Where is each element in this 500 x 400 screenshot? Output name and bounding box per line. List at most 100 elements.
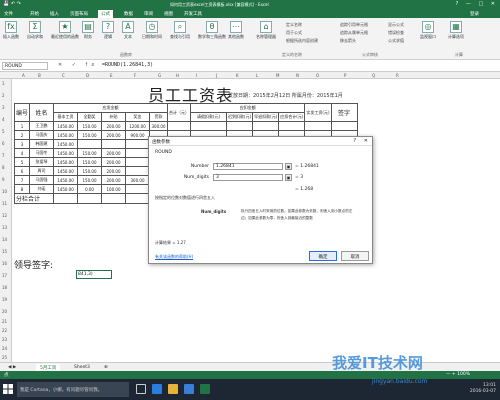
cell-name[interactable]: 马国庆 (29, 130, 55, 140)
cell-base[interactable]: 1450.00 (53, 148, 79, 158)
cell-base[interactable]: 1450.00 (53, 130, 79, 140)
quick-access-toolbar[interactable]: 💾 ↶ ↷ (3, 1, 21, 7)
column-header[interactable]: Q (372, 73, 375, 78)
sheet-tab-sheet3[interactable]: Sheet3 (70, 364, 94, 371)
cell-no[interactable]: 3 (13, 139, 31, 149)
cell-no[interactable]: 6 (13, 166, 31, 176)
name-manager-button[interactable]: ⌂ 名称管理器 (256, 21, 276, 40)
cell-allow[interactable]: 200.00 (101, 157, 127, 167)
show-formulas-button[interactable]: 显示公式 (388, 22, 404, 28)
windows-start-icon[interactable] (3, 384, 13, 394)
lookup-button[interactable]: ⌕ 查找与引用 (170, 21, 190, 40)
cell-no[interactable]: 5 (13, 157, 31, 167)
column-header[interactable]: E (110, 73, 113, 78)
error-checking-button[interactable]: 错误检查 (388, 30, 404, 36)
column-header[interactable]: N (296, 73, 299, 78)
row-header[interactable]: 10 (2, 189, 7, 194)
sheet-nav-icon[interactable]: ◀ ▶ (4, 364, 20, 371)
column-header[interactable]: H (176, 73, 179, 78)
help-icon[interactable]: ? (353, 138, 356, 144)
column-header[interactable]: G (158, 73, 161, 78)
tab-page-layout[interactable]: 页面布局 (70, 11, 88, 17)
column-header[interactable]: L (256, 73, 258, 78)
cell-full[interactable]: 150.00 (77, 166, 103, 176)
more-functions-button[interactable]: ⋯ 其他函数 (228, 21, 244, 40)
cell-allow[interactable]: 200.00 (101, 166, 127, 176)
text-button[interactable]: A 文本 (122, 21, 134, 40)
define-name-button[interactable]: 定义名称 (286, 22, 302, 28)
window-controls[interactable]: ? — □ ✕ (456, 1, 498, 7)
tab-data[interactable]: 数据 (124, 11, 133, 17)
cortana-search-input[interactable]: 我是 Cortana，小娜。有问题尽管问我。 (17, 382, 129, 397)
column-header[interactable]: I (196, 73, 197, 78)
arg-digits-input[interactable]: 3 (213, 174, 283, 181)
cell-name[interactable]: 王卫鹏 (29, 121, 55, 131)
cancel-button[interactable]: 取消 (341, 251, 369, 261)
trace-dependents-button[interactable]: 追踪从属单元格 (340, 30, 368, 36)
cell-bonus[interactable] (125, 166, 151, 176)
datetime-button[interactable]: ◷ 日期和时间 (142, 21, 162, 40)
column-header[interactable]: D (86, 73, 89, 78)
row-header[interactable]: 4 (2, 117, 5, 122)
close-icon[interactable]: ✕ (364, 138, 368, 144)
cell-fine[interactable]: 300.00 (149, 121, 169, 131)
cell-no[interactable]: 1 (13, 121, 31, 131)
cell-base[interactable]: 1450.00 (53, 166, 79, 176)
cell-name[interactable]: 周司 (29, 166, 55, 176)
cell-full[interactable] (77, 139, 103, 149)
cell-full[interactable]: 150.00 (77, 130, 103, 140)
row-header[interactable]: 7 (2, 153, 5, 158)
column-header[interactable]: A (22, 73, 25, 78)
zoom-control[interactable]: — + 100% (446, 372, 470, 377)
cell-full[interactable]: 150.00 (77, 148, 103, 158)
trace-precedents-button[interactable]: 追踪引用单元格 (340, 22, 368, 28)
row-header[interactable]: 3 (2, 105, 5, 110)
row-header[interactable]: 13 (2, 225, 7, 230)
logic-button[interactable]: ? 逻辑 (102, 21, 114, 40)
cell-full[interactable]: 150.00 (77, 175, 103, 185)
cell-bonus[interactable] (125, 157, 151, 167)
cell-no[interactable]: 8 (13, 184, 31, 194)
edge-icon[interactable] (152, 384, 162, 394)
row-header[interactable]: 25 (2, 355, 7, 360)
cell-name[interactable]: 刘诺 (29, 184, 55, 194)
column-header[interactable]: M (276, 73, 279, 78)
column-header[interactable]: J (216, 73, 217, 78)
row-header[interactable]: 12 (2, 213, 7, 218)
row-header[interactable]: 11 (2, 201, 7, 206)
cell-full[interactable]: 0.00 (77, 184, 103, 194)
row-header[interactable]: 22 (2, 328, 7, 333)
row-header[interactable]: 8 (2, 165, 5, 170)
cell-allow[interactable]: 200.00 (101, 130, 127, 140)
row-header[interactable]: 23 (2, 337, 7, 342)
tab-home[interactable]: 开始 (30, 11, 39, 17)
cell-no[interactable]: 4 (13, 148, 31, 158)
row-header[interactable]: 5 (2, 129, 5, 134)
cell-base[interactable]: 1450.00 (53, 157, 79, 167)
row-header[interactable]: 1 (2, 81, 5, 86)
evaluate-formula-button[interactable]: 公式求值 (388, 38, 404, 44)
cell-bonus[interactable]: 300.00 (125, 175, 151, 185)
insert-function-button[interactable]: fx 插入函数 (3, 21, 19, 40)
system-clock[interactable]: 13:01 2016-03-07 (470, 383, 496, 395)
column-header[interactable]: O (316, 73, 319, 78)
cell-allow[interactable]: 100.00 (101, 184, 127, 194)
cell-allow[interactable] (101, 139, 127, 149)
recent-functions-button[interactable]: ★ 最近使用的函数 (51, 21, 79, 40)
cell-bonus[interactable]: 900.00 (125, 130, 151, 140)
row-header[interactable]: 24 (2, 346, 7, 351)
cell-allow[interactable]: 200.00 (101, 148, 127, 158)
file-explorer-icon[interactable] (168, 384, 178, 394)
tab-view[interactable]: 视图 (164, 11, 173, 17)
collapse-dialog-icon[interactable]: ▣ (285, 163, 292, 170)
excel-taskbar-icon[interactable] (200, 384, 210, 394)
cell-name[interactable]: 韩国建 (29, 139, 55, 149)
column-header[interactable]: P (344, 73, 346, 78)
sign-in-link[interactable]: 登录 (470, 11, 479, 17)
collapse-dialog-icon[interactable]: ▣ (285, 174, 292, 181)
row-header[interactable]: 14 (2, 237, 7, 242)
math-button[interactable]: θ 数学和三角函数 (198, 21, 226, 40)
row-header[interactable]: 19 (2, 297, 7, 302)
store-icon[interactable] (184, 384, 194, 394)
cell-bonus[interactable]: 1200.00 (125, 121, 151, 131)
